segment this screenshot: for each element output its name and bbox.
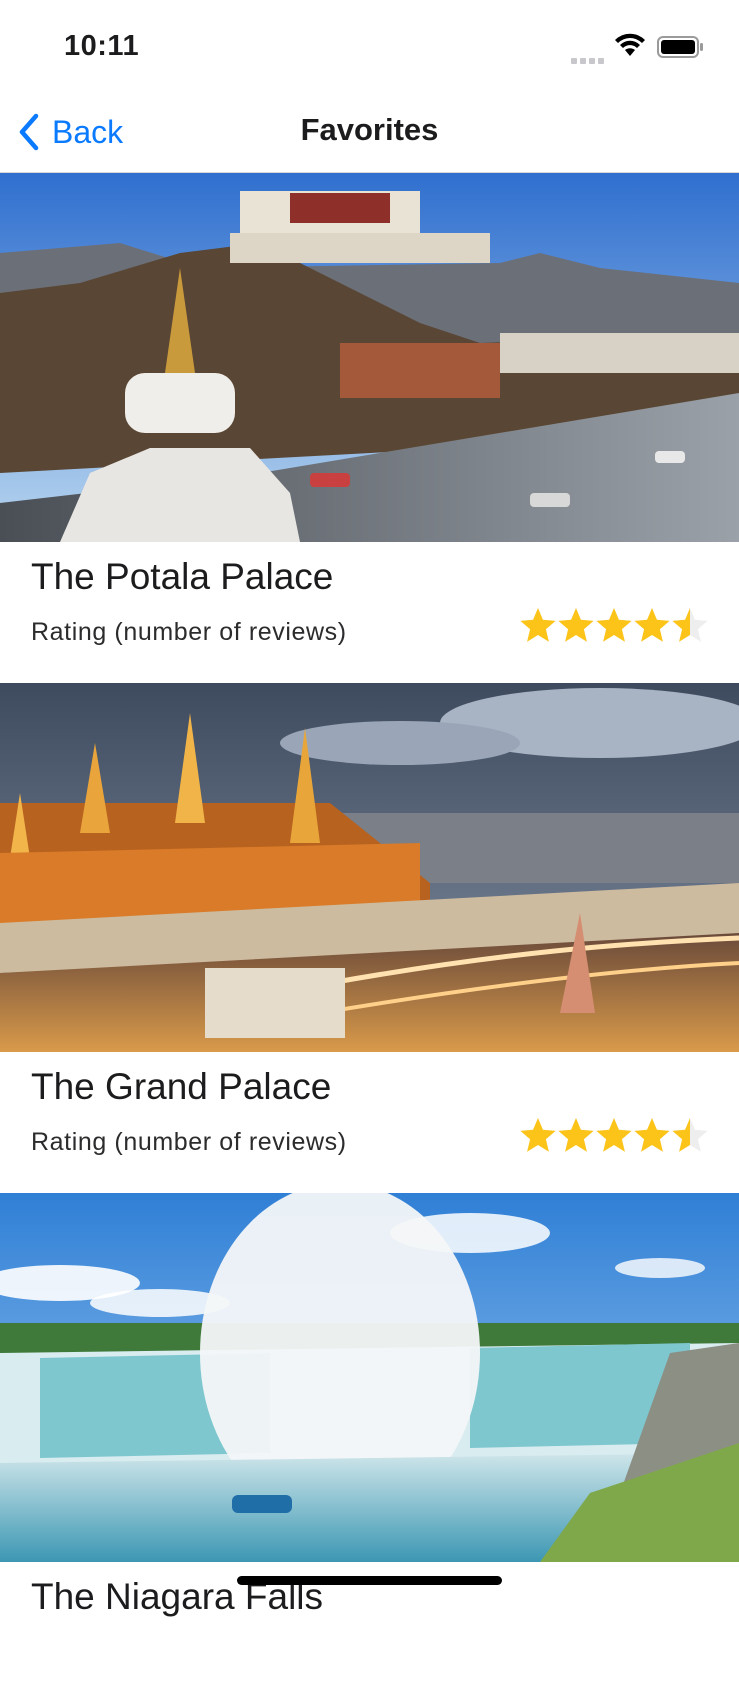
star-icon <box>596 608 632 642</box>
niagara-falls-photo <box>0 1193 739 1562</box>
page-title: Favorites <box>300 112 439 147</box>
status-time: 10:11 <box>64 30 140 62</box>
star-icon <box>596 1118 632 1152</box>
card-title: The Grand Palace <box>31 1066 332 1107</box>
status-bar: 10:11 <box>0 0 739 96</box>
battery-icon <box>657 36 703 58</box>
home-indicator <box>237 1576 502 1585</box>
favorite-card[interactable]: The Niagara Falls <box>0 1193 739 1703</box>
rating-label: Rating (number of reviews) <box>31 1128 347 1156</box>
favorite-card[interactable]: The Grand Palace Rating (number of revie… <box>0 683 739 1193</box>
star-icon <box>634 608 670 642</box>
star-rating <box>519 606 709 646</box>
star-icon <box>672 608 708 642</box>
star-icon <box>558 1118 594 1152</box>
favorites-list: The Potala Palace Rating (number of revi… <box>0 173 739 1703</box>
wifi-icon <box>615 33 645 56</box>
star-icon <box>558 608 594 642</box>
star-icon <box>672 1118 708 1152</box>
card-title: The Potala Palace <box>31 556 334 597</box>
star-icon <box>634 1118 670 1152</box>
potala-palace-photo <box>0 173 739 542</box>
star-icon <box>520 608 556 642</box>
star-icon <box>520 1118 556 1152</box>
favorite-card[interactable]: The Potala Palace Rating (number of revi… <box>0 173 739 683</box>
star-rating <box>519 1116 709 1156</box>
rating-label: Rating (number of reviews) <box>31 618 347 646</box>
grand-palace-photo <box>0 683 739 1052</box>
cellular-signal-icon <box>571 51 607 64</box>
navigation-bar: Back Favorites <box>0 96 739 173</box>
